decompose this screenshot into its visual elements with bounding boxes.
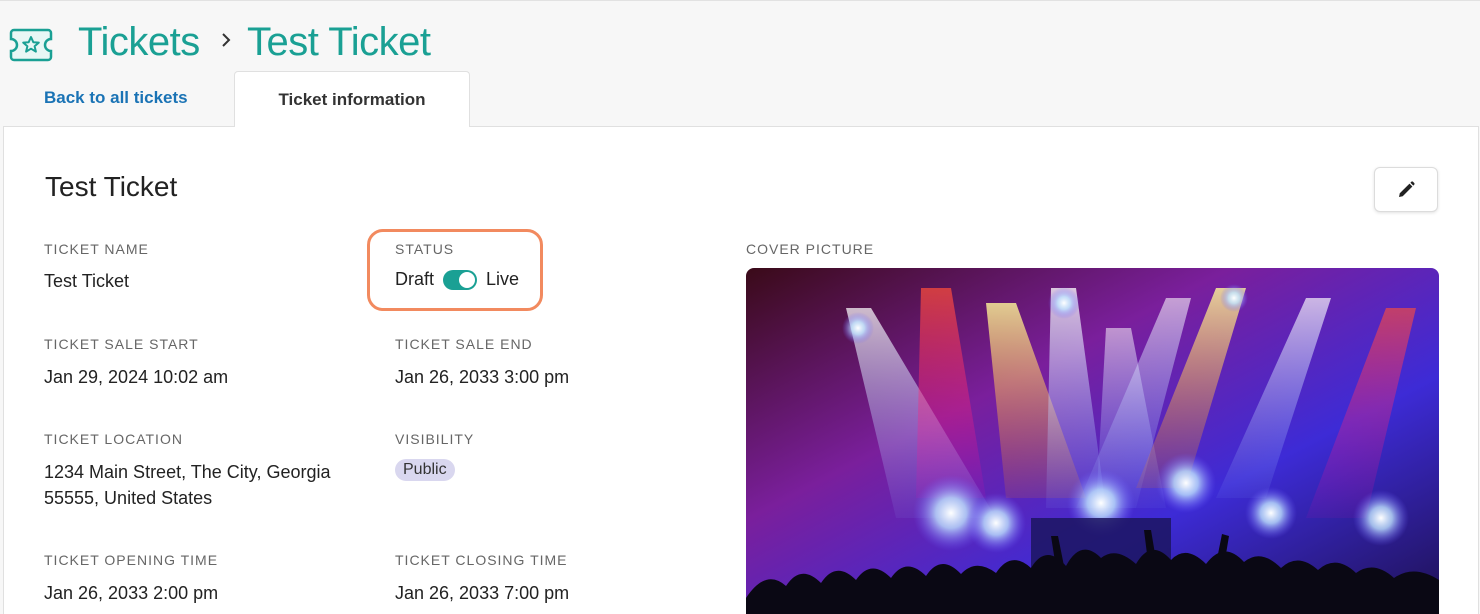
sale-start-value: Jan 29, 2024 10:02 am <box>44 367 229 387</box>
top-divider <box>0 0 1480 1</box>
status-draft-label: Draft <box>395 269 435 289</box>
pencil-icon <box>1399 180 1415 197</box>
back-to-all-tickets-link[interactable]: Back to all tickets <box>44 88 188 108</box>
opening-time-value: Jan 26, 2033 2:00 pm <box>44 583 219 603</box>
closing-time-value: Jan 26, 2033 7:00 pm <box>395 583 570 603</box>
closing-time-label: TICKET CLOSING TIME <box>395 552 568 568</box>
opening-time-label: TICKET OPENING TIME <box>44 552 219 568</box>
tab-ticket-information-label: Ticket information <box>278 89 426 109</box>
visibility-badge: Public <box>395 459 455 481</box>
cover-picture <box>746 268 1439 614</box>
edit-button[interactable] <box>1374 167 1438 212</box>
card-title: Test Ticket <box>45 171 178 202</box>
ticket-name-value: Test Ticket <box>44 271 130 291</box>
sale-start-label: TICKET SALE START <box>44 336 199 352</box>
status-toggle-group: Draft Live <box>395 269 519 290</box>
toggle-knob <box>459 271 476 288</box>
status-toggle[interactable] <box>443 269 478 290</box>
cover-picture-label: COVER PICTURE <box>746 241 875 257</box>
sale-end-value: Jan 26, 2033 3:00 pm <box>395 367 570 387</box>
ticket-name-label: TICKET NAME <box>44 241 149 257</box>
location-value: 1234 Main Street, The City, Georgia 5555… <box>44 462 331 508</box>
tab-ticket-information[interactable]: Ticket information <box>234 71 470 127</box>
breadcrumb-tickets[interactable]: Tickets <box>78 20 200 65</box>
ticket-star-icon <box>9 28 53 62</box>
breadcrumb-current-ticket: Test Ticket <box>247 20 431 64</box>
status-live-label: Live <box>486 269 520 289</box>
ticket-info-card: Test Ticket TICKET NAME Test Ticket STAT… <box>3 126 1479 614</box>
ticket-detail-page: Tickets Test Ticket Back to all tickets … <box>0 0 1480 614</box>
location-label: TICKET LOCATION <box>44 431 183 447</box>
sale-end-label: TICKET SALE END <box>395 336 533 352</box>
chevron-right-icon <box>222 33 231 47</box>
status-label: STATUS <box>395 241 455 257</box>
visibility-label: VISIBILITY <box>395 431 475 447</box>
